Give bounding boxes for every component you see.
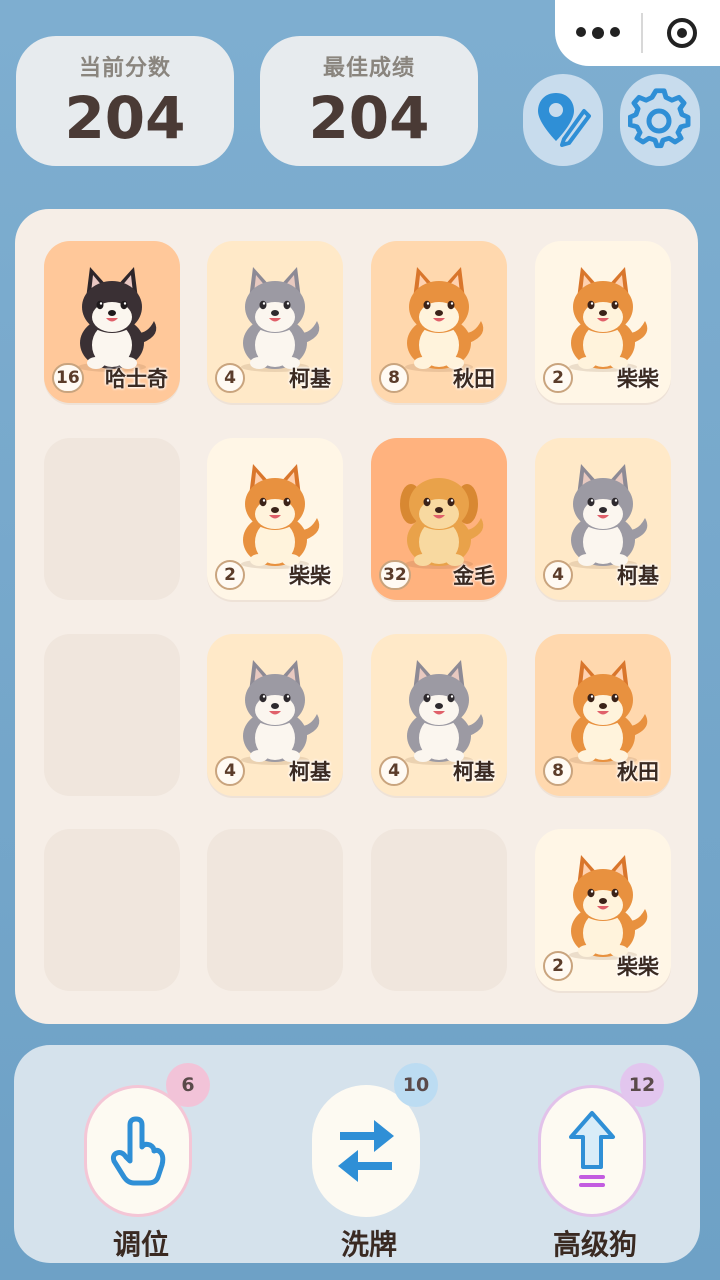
- husky-dog-icon: [78, 267, 157, 372]
- tool-count-badge: 6: [166, 1063, 210, 1107]
- dog-tile[interactable]: 2 柴柴: [535, 829, 671, 991]
- tool-button[interactable]: [84, 1085, 192, 1217]
- dog-tile[interactable]: 2 柴柴: [207, 438, 343, 600]
- tile-dog-name: 秋田: [453, 367, 495, 391]
- game-board: 16 哈士奇 4 柯基 8 秋田 2 柴柴 2 柴柴 32 金毛 4 柯基 4 …: [15, 209, 698, 1024]
- tile-dog-name: 柯基: [453, 760, 495, 784]
- tool-shuffle[interactable]: 10 洗牌: [304, 1063, 438, 1265]
- best-score-value: 204: [308, 84, 430, 152]
- tile-value: 4: [215, 363, 245, 393]
- tool-count-badge: 10: [394, 1063, 438, 1107]
- tile-dog-name: 柴柴: [617, 367, 659, 391]
- gear-icon: [628, 88, 691, 149]
- dog-tile[interactable]: 32 金毛: [371, 438, 507, 600]
- dog-tile[interactable]: 16 哈士奇: [44, 241, 180, 403]
- dog-tile[interactable]: 8 秋田: [371, 241, 507, 403]
- dog-tile[interactable]: 2 柴柴: [535, 241, 671, 403]
- tool-label: 洗牌: [340, 1228, 397, 1261]
- current-score-label: 当前分数: [78, 56, 171, 81]
- tile-dog-name: 柴柴: [617, 955, 659, 979]
- tool-label: 调位: [112, 1228, 169, 1261]
- upgrade-arrow-icon: [569, 1111, 615, 1187]
- miniprogram-capsule: [555, 0, 720, 66]
- tile-value: 4: [215, 756, 245, 786]
- best-score-panel: 最佳成绩 204: [260, 36, 478, 166]
- empty-cell[interactable]: [207, 829, 343, 991]
- close-miniprogram-button[interactable]: [643, 18, 720, 48]
- dog-tile[interactable]: 4 柯基: [535, 438, 671, 600]
- map-button[interactable]: [523, 74, 603, 166]
- corgi-dog-icon: [569, 464, 648, 569]
- shuffle-icon: [338, 1120, 394, 1182]
- location-edit-icon: [538, 93, 591, 147]
- current-score-panel: 当前分数 204: [16, 36, 234, 166]
- tile-value: 8: [543, 756, 573, 786]
- tile-dog-name: 柴柴: [289, 564, 331, 588]
- current-score-value: 204: [64, 84, 186, 152]
- tile-value: 2: [543, 951, 573, 981]
- target-circle-icon: [666, 18, 697, 48]
- shiba-dog-icon: [241, 464, 320, 569]
- corgi-dog-icon: [405, 660, 484, 765]
- golden-dog-icon: [400, 478, 484, 569]
- tool-hand-pointer[interactable]: 6 调位: [76, 1063, 210, 1265]
- corgi-dog-icon: [241, 267, 320, 372]
- tile-value: 32: [379, 560, 411, 590]
- tile-value: 2: [215, 560, 245, 590]
- more-menu-icon[interactable]: [555, 27, 641, 39]
- best-score-label: 最佳成绩: [322, 56, 415, 81]
- tool-button[interactable]: [538, 1085, 646, 1217]
- tile-dog-name: 金毛: [453, 564, 495, 588]
- empty-cell[interactable]: [44, 829, 180, 991]
- tool-upgrade-arrow[interactable]: 12 高级狗: [530, 1063, 664, 1265]
- tile-value: 8: [379, 363, 409, 393]
- dog-tile[interactable]: 4 柯基: [207, 241, 343, 403]
- tile-value: 16: [52, 363, 84, 393]
- tile-dog-name: 柯基: [289, 760, 331, 784]
- hand-pointer-icon: [110, 1116, 166, 1186]
- settings-button[interactable]: [620, 74, 700, 166]
- empty-cell[interactable]: [371, 829, 507, 991]
- shiba-dog-icon: [569, 855, 648, 960]
- tile-dog-name: 柯基: [617, 564, 659, 588]
- dog-tile[interactable]: 4 柯基: [371, 634, 507, 796]
- shiba-dog-icon: [569, 660, 648, 765]
- tile-dog-name: 哈士奇: [105, 367, 168, 391]
- tile-value: 4: [543, 560, 573, 590]
- dog-tile[interactable]: 8 秋田: [535, 634, 671, 796]
- tile-value: 2: [543, 363, 573, 393]
- corgi-dog-icon: [241, 660, 320, 765]
- dog-tile[interactable]: 4 柯基: [207, 634, 343, 796]
- tile-dog-name: 秋田: [617, 760, 659, 784]
- empty-cell[interactable]: [44, 438, 180, 600]
- tool-button[interactable]: [312, 1085, 420, 1217]
- shiba-dog-icon: [569, 267, 648, 372]
- tile-value: 4: [379, 756, 409, 786]
- tools-bar: 6 调位 10 洗牌 12 高级狗: [14, 1045, 700, 1263]
- tool-label: 高级狗: [552, 1228, 637, 1261]
- empty-cell[interactable]: [44, 634, 180, 796]
- tile-dog-name: 柯基: [289, 367, 331, 391]
- shiba-dog-icon: [405, 267, 484, 372]
- tool-count-badge: 12: [620, 1063, 664, 1107]
